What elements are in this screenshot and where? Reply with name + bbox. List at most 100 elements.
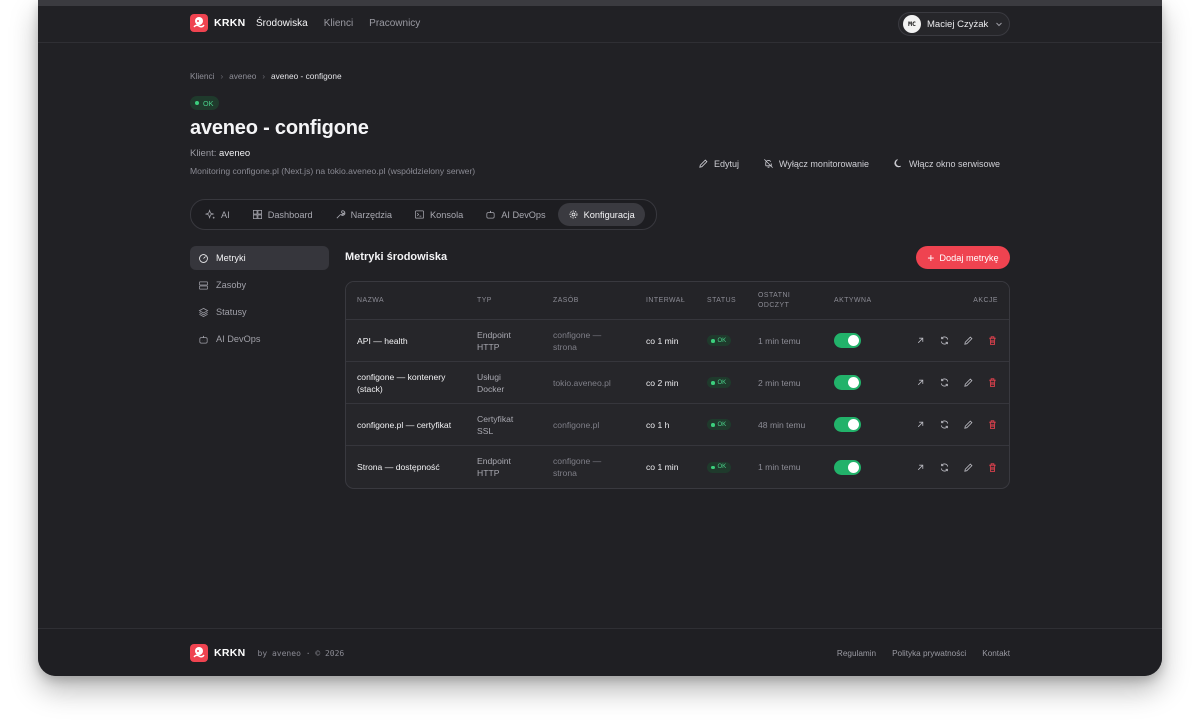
pencil-icon[interactable]	[963, 462, 974, 473]
pencil-icon[interactable]	[963, 419, 974, 430]
status-badge: OK	[190, 96, 220, 110]
refresh-icon[interactable]	[939, 377, 950, 388]
col-type[interactable]: TYP	[477, 295, 553, 307]
table-row: configone — kontenery (stack) Usługi Docke…	[346, 362, 1009, 404]
metric-last-read: 1 min temu	[758, 462, 801, 472]
col-resource[interactable]: ZASÓB	[553, 295, 646, 307]
moon-icon	[894, 159, 902, 168]
trash-icon[interactable]	[987, 377, 998, 388]
active-toggle[interactable]	[834, 417, 861, 432]
status-badge: OK	[707, 335, 732, 347]
table-header: NAZWA TYP ZASÓB INTERWAŁ STATUS OSTATNI O…	[346, 282, 1009, 320]
metric-type-2: Docker	[477, 383, 505, 394]
dashboard-icon	[252, 210, 262, 219]
metric-active	[834, 417, 896, 432]
metric-type-2: HTTP	[477, 341, 500, 352]
col-status[interactable]: STATUS	[707, 297, 758, 304]
tab-narzedzia[interactable]: Narzędzia	[325, 203, 402, 226]
status-dot-icon	[195, 101, 199, 105]
brand-name: KRKN	[214, 17, 246, 29]
metric-interval: co 1 min	[646, 462, 679, 472]
add-metric-button[interactable]: + Dodaj metrykę	[916, 246, 1010, 269]
breadcrumb-item-client[interactable]: aveneo	[229, 71, 256, 81]
open-external-icon[interactable]	[915, 419, 926, 430]
status-badge: OK	[707, 377, 732, 389]
toggle-knob	[848, 377, 859, 388]
footer-link-contact[interactable]: Kontakt	[982, 649, 1010, 658]
metric-active	[834, 375, 896, 390]
app-logo[interactable]: KRKN	[190, 14, 246, 32]
tab-ai-devops-label: AI DevOps	[501, 209, 546, 220]
user-name: Maciej Czyżak	[927, 18, 989, 30]
user-menu[interactable]: MC Maciej Czyżak	[898, 12, 1010, 36]
trash-icon[interactable]	[987, 419, 998, 430]
active-toggle[interactable]	[834, 459, 861, 475]
col-interval[interactable]: INTERWAŁ	[646, 297, 707, 304]
footer-link-privacy[interactable]: Polityka prywatności	[892, 649, 966, 658]
row-actions	[896, 377, 1009, 388]
breadcrumb-item-current: aveneo - configone	[271, 71, 342, 81]
chevron-right-icon: ›	[220, 71, 224, 81]
sidebar-item-label: AI DevOps	[216, 334, 261, 344]
metric-type-1: Certyfikat	[477, 413, 514, 424]
bell-off-icon	[764, 159, 773, 168]
nav-item-srodowiska[interactable]: Środowiska	[256, 18, 308, 29]
toggle-knob	[848, 419, 859, 430]
active-toggle[interactable]	[834, 333, 861, 348]
metric-last-read: 2 min temu	[758, 377, 801, 388]
nav-item-pracownicy[interactable]: Pracownicy	[369, 18, 420, 29]
pencil-icon[interactable]	[963, 335, 974, 346]
page-title: aveneo - configone	[190, 117, 369, 139]
chevron-right-icon: ›	[262, 71, 266, 81]
client-name: aveneo	[219, 148, 251, 159]
refresh-icon[interactable]	[939, 419, 950, 430]
open-external-icon[interactable]	[915, 377, 926, 388]
col-active[interactable]: AKTYWNA	[834, 297, 896, 304]
table-row: Strona — dostępność Endpoint HTTP configo…	[346, 446, 1009, 488]
metric-resource: tokio.aveneo.pl	[553, 377, 611, 388]
tab-dashboard[interactable]: Dashboard	[242, 203, 323, 226]
nav-item-klienci[interactable]: Klienci	[324, 18, 353, 29]
edit-button[interactable]: Edytuj	[698, 158, 739, 169]
active-toggle[interactable]	[834, 375, 861, 390]
enable-service-window-label: Włącz okno serwisowe	[908, 158, 1000, 169]
app-window: KRKN Środowiska Klienci Pracownicy MC Ma…	[38, 0, 1162, 676]
page-footer: KRKN by aveneo · © 2026 Regulamin Polity…	[38, 628, 1162, 676]
breadcrumb-item-klienci[interactable]: Klienci	[190, 71, 214, 81]
footer-link-regulamin[interactable]: Regulamin	[837, 649, 876, 658]
tab-ai-devops[interactable]: AI DevOps	[475, 203, 555, 226]
footer-logo[interactable]: KRKN by aveneo · © 2026	[190, 644, 344, 662]
tab-konfiguracja[interactable]: Konfiguracja	[557, 203, 645, 226]
tab-konsola[interactable]: Konsola	[404, 203, 473, 226]
col-name[interactable]: NAZWA	[346, 295, 477, 307]
status-badge: OK	[707, 419, 732, 431]
layers-icon	[198, 307, 209, 317]
disable-monitoring-button[interactable]: Wyłącz monitorowanie	[763, 158, 869, 169]
metric-type: Certyfikat SSL	[477, 413, 553, 437]
sidebar-item-ai-devops[interactable]: AI DevOps	[190, 327, 329, 351]
sidebar-item-statusy[interactable]: Statusy	[190, 300, 329, 324]
open-external-icon[interactable]	[915, 462, 926, 473]
metric-type-1: Endpoint	[477, 456, 511, 466]
metric-interval: co 1 h	[646, 419, 670, 430]
metric-name: Strona — dostępność	[357, 462, 440, 472]
sidebar-item-zasoby[interactable]: Zasoby	[190, 273, 329, 297]
refresh-icon[interactable]	[939, 335, 950, 346]
sidebar-item-metryki[interactable]: Metryki	[190, 246, 329, 270]
chevron-down-icon	[996, 22, 1002, 27]
metric-interval: co 1 min	[646, 335, 679, 346]
metric-name: configone.pl — certyfikat	[357, 419, 452, 430]
enable-service-window-button[interactable]: Włącz okno serwisowe	[893, 158, 1000, 169]
tab-ai[interactable]: AI	[195, 203, 240, 226]
edit-button-label: Edytuj	[714, 158, 740, 169]
col-last-read[interactable]: OSTATNI ODCZYT	[758, 291, 834, 311]
refresh-icon[interactable]	[939, 462, 950, 473]
pencil-icon[interactable]	[963, 377, 974, 388]
metric-interval: co 2 min	[646, 377, 679, 388]
open-external-icon[interactable]	[915, 335, 926, 346]
trash-icon[interactable]	[987, 335, 998, 346]
page-description: Monitoring configone.pl (Next.js) na tok…	[190, 166, 476, 176]
kraken-logo-icon	[190, 14, 208, 32]
trash-icon[interactable]	[987, 462, 998, 473]
toggle-knob	[848, 335, 859, 346]
